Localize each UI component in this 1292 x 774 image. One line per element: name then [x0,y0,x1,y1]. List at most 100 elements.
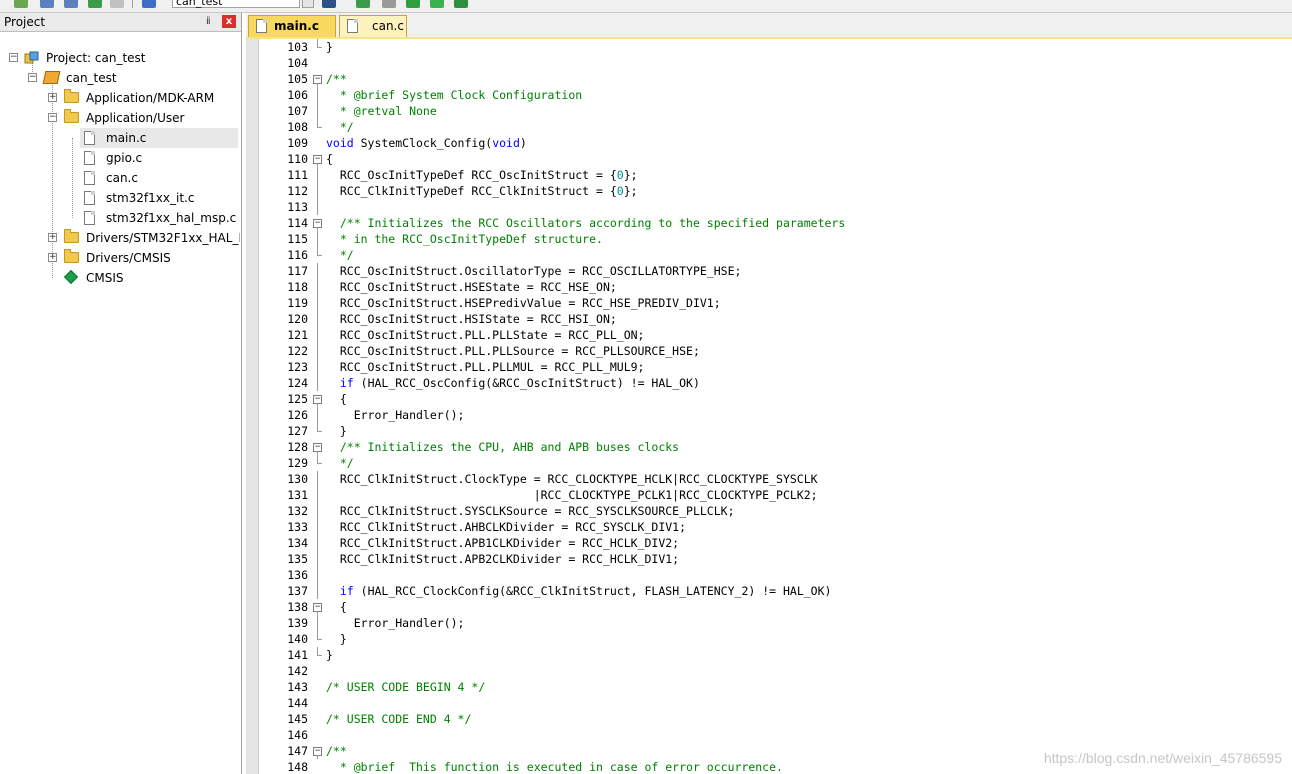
code-line[interactable]: 105−/** [246,71,1292,87]
line-number: 136 [287,568,308,582]
line-number: 145 [287,712,308,726]
code-line[interactable]: 117 RCC_OscInitStruct.OscillatorType = R… [246,263,1292,279]
code-line[interactable]: 118 RCC_OscInitStruct.HSEState = RCC_HSE… [246,279,1292,295]
code-line[interactable]: 121 RCC_OscInitStruct.PLL.PLLState = RCC… [246,327,1292,343]
code-text: RCC_OscInitStruct.PLL.PLLSource = RCC_PL… [326,344,700,358]
tree-item-component[interactable]: CMSIS [0,268,240,288]
fold-guide [317,455,318,463]
code-line[interactable]: 133 RCC_ClkInitStruct.AHBCLKDivider = RC… [246,519,1292,535]
fold-end-marker [317,431,322,432]
collapse-icon[interactable]: − [9,53,18,62]
code-line[interactable]: 116 */ [246,247,1292,263]
run-icon[interactable] [382,0,396,8]
tree-item-group[interactable]: + Application/MDK-ARM [0,88,240,108]
fold-guide [317,119,318,127]
fold-guide [317,183,318,199]
code-line[interactable]: 115 * in the RCC_OscInitTypeDef structur… [246,231,1292,247]
code-line[interactable]: 103} [246,39,1292,55]
close-icon[interactable]: x [222,15,236,28]
code-line[interactable]: 130 RCC_ClkInitStruct.ClockType = RCC_CL… [246,471,1292,487]
tree-item-file[interactable]: stm32f1xx_hal_msp.c [80,208,238,228]
expand-icon[interactable]: + [48,253,57,262]
code-line[interactable]: 140 } [246,631,1292,647]
window-icon[interactable] [454,0,468,8]
tree-item-file[interactable]: stm32f1xx_it.c [80,188,238,208]
code-line[interactable]: 137 if (HAL_RCC_ClockConfig(&RCC_ClkInit… [246,583,1292,599]
tree-item-label: gpio.c [106,151,143,165]
batch-icon[interactable] [64,0,78,8]
collapse-icon[interactable]: − [48,113,57,122]
project-panel: Project ⅱ x − Project: can_test − can_te… [0,13,242,774]
line-number: 144 [287,696,308,710]
code-line[interactable]: 109 void SystemClock_Config(void) [246,135,1292,151]
code-line[interactable]: 132 RCC_ClkInitStruct.SYSCLKSource = RCC… [246,503,1292,519]
code-text: /** Initializes the CPU, AHB and APB bus… [326,440,680,454]
code-line[interactable]: 110−{ [246,151,1292,167]
tree-item-target[interactable]: − can_test [0,68,240,88]
code-line[interactable]: 131 |RCC_CLOCKTYPE_PCLK1|RCC_CLOCKTYPE_P… [246,487,1292,503]
tree-item-label: main.c [106,131,147,145]
tree-item-file[interactable]: gpio.c [80,148,238,168]
code-line[interactable]: 143 /* USER CODE BEGIN 4 */ [246,679,1292,695]
file-icon [84,171,95,185]
collapse-icon[interactable]: − [28,73,37,82]
code-line[interactable]: 120 RCC_OscInitStruct.HSIState = RCC_HSI… [246,311,1292,327]
options-icon[interactable] [110,0,124,8]
tree-item-group[interactable]: + Drivers/CMSIS [0,248,240,268]
code-line[interactable]: 112 RCC_ClkInitTypeDef RCC_ClkInitStruct… [246,183,1292,199]
tree-item-file[interactable]: can.c [80,168,238,188]
tree-item-project[interactable]: − Project: can_test [0,48,240,68]
code-line[interactable]: 119 RCC_OscInitStruct.HSEPredivValue = R… [246,295,1292,311]
check-icon[interactable] [430,0,444,8]
code-line[interactable]: 114− /** Initializes the RCC Oscillators… [246,215,1292,231]
code-line[interactable]: 136 [246,567,1292,583]
code-line[interactable]: 144 [246,695,1292,711]
code-editor[interactable]: 103} 104 105−/** 106 * @brief System Clock … [246,39,1292,774]
line-number: 117 [287,264,308,278]
fold-guide [317,375,318,391]
code-line[interactable]: 129 */ [246,455,1292,471]
expand-icon[interactable]: + [48,93,57,102]
build-icon[interactable] [14,0,28,8]
rebuild-icon[interactable] [40,0,54,8]
code-line[interactable]: 142 [246,663,1292,679]
pack-icon[interactable] [322,0,336,8]
code-text: RCC_OscInitTypeDef RCC_OscInitStruct = {… [326,168,638,182]
expand-icon[interactable]: + [48,233,57,242]
project-icon [24,51,39,64]
code-line[interactable]: 108 */ [246,119,1292,135]
code-line[interactable]: 127 } [246,423,1292,439]
code-line[interactable]: 138− { [246,599,1292,615]
insert-icon[interactable] [356,0,370,8]
code-line[interactable]: 111 RCC_OscInitTypeDef RCC_OscInitStruct… [246,167,1292,183]
code-line[interactable]: 145 /* USER CODE END 4 */ [246,711,1292,727]
code-line[interactable]: 139 Error_Handler(); [246,615,1292,631]
download-icon[interactable] [88,0,102,8]
tree-item-group[interactable]: + Drivers/STM32F1xx_HAL_Driv [0,228,240,248]
code-line[interactable]: 125− { [246,391,1292,407]
tree-item-file[interactable]: main.c [80,128,238,148]
code-line[interactable]: 104 [246,55,1292,71]
code-line[interactable]: 123 RCC_OscInitStruct.PLL.PLLMUL = RCC_P… [246,359,1292,375]
code-line[interactable]: 124 if (HAL_RCC_OscConfig(&RCC_OscInitSt… [246,375,1292,391]
code-line[interactable]: 135 RCC_ClkInitStruct.APB2CLKDivider = R… [246,551,1292,567]
code-line[interactable]: 141} [246,647,1292,663]
chevron-down-icon[interactable] [302,0,314,8]
fold-guide [317,535,318,551]
manage-icon[interactable] [142,0,156,8]
code-line[interactable]: 128− /** Initializes the CPU, AHB and AP… [246,439,1292,455]
code-line[interactable]: 146 [246,727,1292,743]
target-select[interactable]: can_test [172,0,300,8]
tree-item-group[interactable]: − Application/User [0,108,240,128]
code-line[interactable]: 106 * @brief System Clock Configuration [246,87,1292,103]
tab-can-c[interactable]: can.c [339,15,407,37]
code-line[interactable]: 113 [246,199,1292,215]
file-icon [256,19,267,33]
code-line[interactable]: 122 RCC_OscInitStruct.PLL.PLLSource = RC… [246,343,1292,359]
pin-icon[interactable]: ⅱ [206,15,211,29]
debug-icon[interactable] [406,0,420,8]
code-line[interactable]: 126 Error_Handler(); [246,407,1292,423]
code-line[interactable]: 134 RCC_ClkInitStruct.APB1CLKDivider = R… [246,535,1292,551]
tab-main-c[interactable]: main.c [248,15,336,37]
code-line[interactable]: 107 * @retval None [246,103,1292,119]
